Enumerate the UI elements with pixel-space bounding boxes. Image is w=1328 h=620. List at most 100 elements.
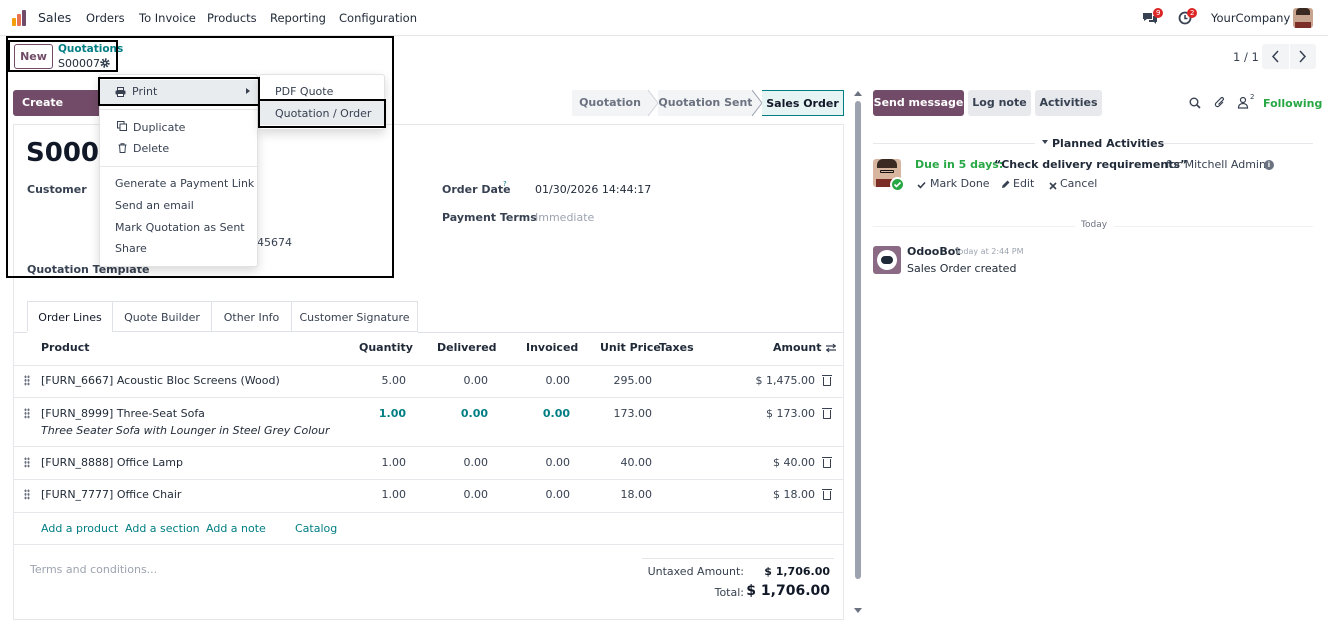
totals-divider	[642, 558, 834, 559]
drag-handle-icon[interactable]	[24, 489, 30, 500]
activity-clock-icon[interactable]: 2	[1178, 8, 1198, 25]
order-date-help-icon[interactable]: ?	[503, 180, 507, 188]
tab-order-lines[interactable]: Order Lines	[27, 301, 113, 332]
row-unit-price[interactable]: 173.00	[614, 407, 653, 420]
delete-line-icon[interactable]	[822, 457, 832, 468]
menu-configuration[interactable]: Configuration	[339, 11, 417, 25]
add-section-link[interactable]: Add a section	[125, 522, 200, 535]
delete-line-icon[interactable]	[822, 375, 832, 386]
row-product[interactable]: [FURN_8999] Three-Seat Sofa	[41, 407, 205, 420]
row-unit-price[interactable]: 40.00	[621, 456, 653, 469]
log-note-button[interactable]: Log note	[968, 90, 1031, 116]
highlight-box	[6, 36, 394, 278]
col-quantity[interactable]: Quantity	[359, 341, 413, 354]
drag-handle-icon[interactable]	[24, 408, 30, 419]
odoobot-avatar	[873, 246, 901, 274]
terms-input[interactable]: Terms and conditions...	[30, 563, 157, 576]
scrollbar-track[interactable]	[854, 91, 862, 613]
highlight-box	[98, 77, 260, 106]
messages-icon[interactable]: 9	[1142, 8, 1164, 24]
row-unit-price[interactable]: 295.00	[614, 374, 653, 387]
row-product[interactable]: [FURN_7777] Office Chair	[41, 488, 181, 501]
col-unit-price[interactable]: Unit Price	[600, 341, 661, 354]
row-invoiced: 0.00	[545, 488, 571, 501]
mark-done-button[interactable]: Mark Done	[930, 177, 990, 190]
row-delivered[interactable]: 0.00	[464, 456, 489, 469]
menu-orders[interactable]: Orders	[86, 11, 125, 25]
info-icon[interactable]: i	[1264, 160, 1274, 170]
col-delivered[interactable]: Delivered	[437, 341, 497, 354]
sales-app-icon[interactable]	[12, 10, 30, 26]
cancel-activity-button[interactable]: Cancel	[1060, 177, 1097, 190]
menu-to-invoice[interactable]: To Invoice	[139, 11, 196, 25]
row-unit-price[interactable]: 18.00	[621, 488, 653, 501]
pager-value[interactable]: 1 / 1	[1233, 50, 1259, 64]
delete-line-icon[interactable]	[822, 408, 832, 419]
message-author[interactable]: OdooBot	[907, 245, 961, 258]
row-description[interactable]: Three Seater Sofa with Lounger in Steel …	[41, 424, 329, 437]
add-note-link[interactable]: Add a note	[206, 522, 266, 535]
col-product[interactable]: Product	[41, 341, 90, 354]
row-delivered[interactable]: 0.00	[461, 407, 488, 420]
edit-pencil-icon[interactable]	[1001, 179, 1010, 188]
payment-terms-label: Payment Terms	[442, 211, 537, 224]
message-time: Today at 2:44 PM	[955, 247, 1024, 256]
edit-activity-button[interactable]: Edit	[1013, 177, 1034, 190]
col-amount[interactable]: Amount	[773, 341, 821, 354]
row-quantity[interactable]: 1.00	[379, 407, 406, 420]
mark-done-icon[interactable]	[917, 179, 926, 189]
menu-products[interactable]: Products	[207, 11, 257, 25]
stage-quotation-sent[interactable]: Quotation Sent	[658, 90, 753, 116]
row-quantity[interactable]: 1.00	[382, 456, 407, 469]
highlight-box	[8, 40, 118, 72]
menu-reporting[interactable]: Reporting	[270, 11, 326, 25]
row-quantity[interactable]: 5.00	[382, 374, 407, 387]
activities-button[interactable]: Activities	[1035, 90, 1102, 116]
activity-due: Due in 5 days:	[915, 158, 1004, 171]
pager-prev-button[interactable]	[1262, 44, 1289, 69]
following-button[interactable]: Following	[1263, 97, 1322, 110]
drag-handle-icon[interactable]	[24, 375, 30, 386]
tabs-underline	[418, 332, 843, 333]
caret-down-icon[interactable]	[1042, 140, 1048, 144]
row-product[interactable]: [FURN_8888] Office Lamp	[41, 456, 183, 469]
followers-icon[interactable]	[1237, 96, 1249, 109]
catalog-link[interactable]: Catalog	[295, 522, 337, 535]
row-amount: $ 1,475.00	[755, 374, 815, 387]
search-icon[interactable]	[1189, 97, 1201, 109]
app-name[interactable]: Sales	[38, 10, 71, 25]
row-amount: $ 40.00	[773, 456, 815, 469]
untaxed-label: Untaxed Amount:	[647, 565, 744, 578]
col-invoiced[interactable]: Invoiced	[526, 341, 578, 354]
tab-customer-signature[interactable]: Customer Signature	[291, 301, 418, 332]
paperclip-icon[interactable]	[1214, 96, 1226, 109]
row-product[interactable]: [FURN_6667] Acoustic Bloc Screens (Wood)	[41, 374, 280, 387]
activity-summary[interactable]: “Check delivery requirements”	[994, 158, 1187, 171]
stage-sales-order-active[interactable]: Sales Order	[762, 90, 844, 116]
activity-badge: 2	[1187, 8, 1198, 18]
untaxed-value: $ 1,706.00	[764, 565, 830, 578]
row-delivered[interactable]: 0.00	[464, 374, 489, 387]
drag-handle-icon[interactable]	[24, 457, 30, 468]
row-delivered[interactable]: 0.00	[464, 488, 489, 501]
add-product-link[interactable]: Add a product	[41, 522, 118, 535]
order-date-value[interactable]: 01/30/2026 14:44:17	[535, 183, 651, 196]
stage-quotation[interactable]: Quotation	[572, 90, 648, 116]
tab-other-info[interactable]: Other Info	[211, 301, 292, 332]
divider-line	[873, 226, 1075, 227]
tab-quote-builder[interactable]: Quote Builder	[112, 301, 212, 332]
optional-columns-icon[interactable]	[825, 343, 837, 353]
payment-terms-value[interactable]: Immediate	[535, 211, 594, 224]
row-invoiced: 0.00	[545, 374, 571, 387]
col-taxes[interactable]: Taxes	[659, 341, 694, 354]
messages-badge: 9	[1153, 8, 1164, 18]
cancel-x-icon[interactable]	[1049, 180, 1057, 190]
delete-line-icon[interactable]	[822, 489, 832, 500]
scrollbar-thumb[interactable]	[855, 101, 861, 579]
pager-next-button[interactable]	[1290, 44, 1316, 69]
company-switcher[interactable]: YourCompany	[1211, 11, 1290, 25]
send-message-button[interactable]: Send message	[873, 90, 964, 116]
user-avatar[interactable]	[1293, 8, 1313, 28]
row-quantity[interactable]: 1.00	[382, 488, 407, 501]
planned-activities-title[interactable]: Planned Activities	[1052, 137, 1164, 150]
